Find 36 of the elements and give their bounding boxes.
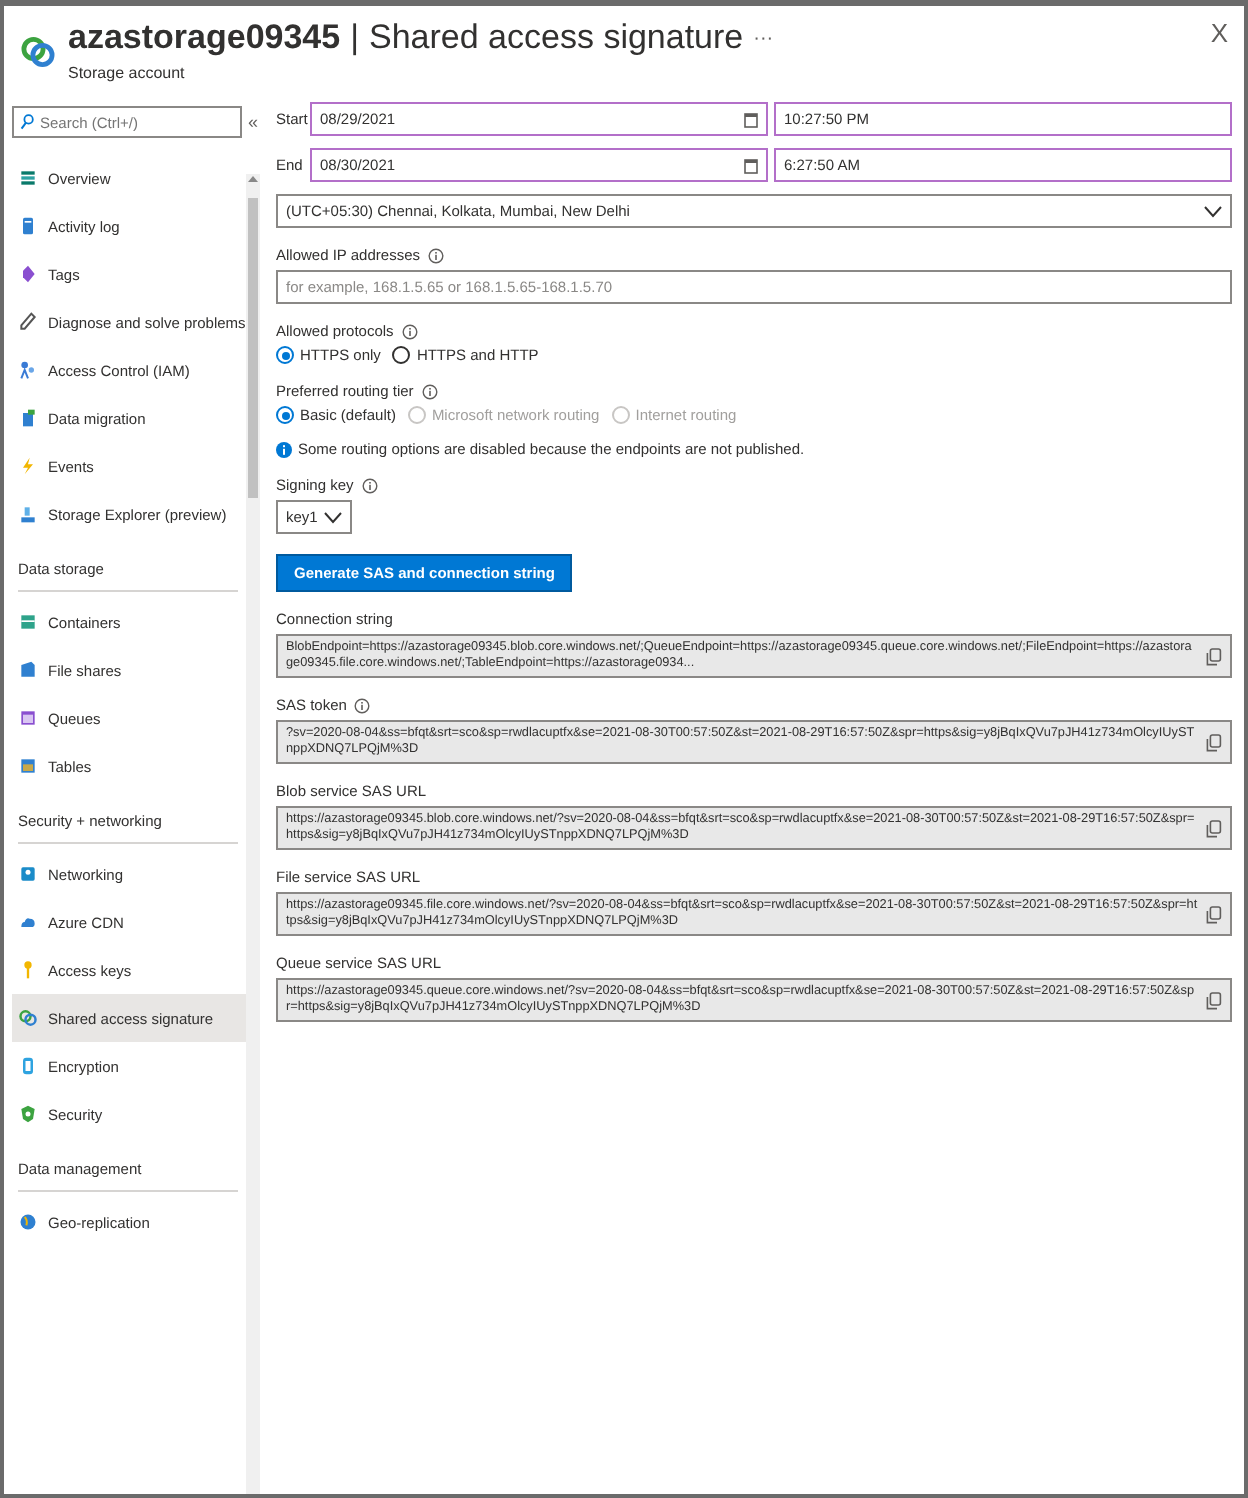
- cloud-icon: [18, 912, 38, 932]
- container-icon: [18, 612, 38, 632]
- key-icon: [18, 960, 38, 980]
- title-separator: |: [350, 18, 360, 58]
- resource-name: azastorage09345: [68, 18, 341, 58]
- copy-icon[interactable]: [1206, 819, 1222, 837]
- copy-icon[interactable]: [1206, 991, 1222, 1009]
- collapse-button[interactable]: «: [248, 112, 259, 132]
- link-icon: [18, 1008, 38, 1028]
- arrow-up-icon[interactable]: [248, 174, 258, 184]
- table-icon: [18, 756, 38, 776]
- calendar-icon[interactable]: [744, 111, 758, 127]
- shield-icon: [18, 1104, 38, 1124]
- chevron-down-icon: [1204, 205, 1222, 217]
- storage-link-icon: [20, 34, 56, 70]
- people-icon: [18, 360, 38, 380]
- lightning-icon: [18, 456, 38, 476]
- info-icon[interactable]: [401, 323, 418, 339]
- info-icon[interactable]: [361, 477, 378, 493]
- resource-type: Storage account: [68, 64, 187, 82]
- info-icon[interactable]: [354, 697, 371, 713]
- close-button[interactable]: X: [1206, 18, 1232, 48]
- more-button[interactable]: ···: [753, 27, 774, 49]
- tag-icon: [18, 264, 38, 284]
- page-title: Shared access signature: [369, 18, 744, 58]
- copy-icon[interactable]: [1206, 647, 1222, 665]
- info-icon[interactable]: [421, 383, 438, 399]
- info-icon: [276, 441, 292, 457]
- list-icon: [18, 168, 38, 188]
- queue-icon: [18, 708, 38, 728]
- calendar-icon[interactable]: [744, 157, 758, 173]
- copy-icon[interactable]: [1206, 733, 1222, 751]
- scrollbar[interactable]: [246, 174, 260, 1494]
- chevron-down-icon: [324, 511, 342, 523]
- copy-icon[interactable]: [1206, 905, 1222, 923]
- info-icon[interactable]: [428, 247, 444, 263]
